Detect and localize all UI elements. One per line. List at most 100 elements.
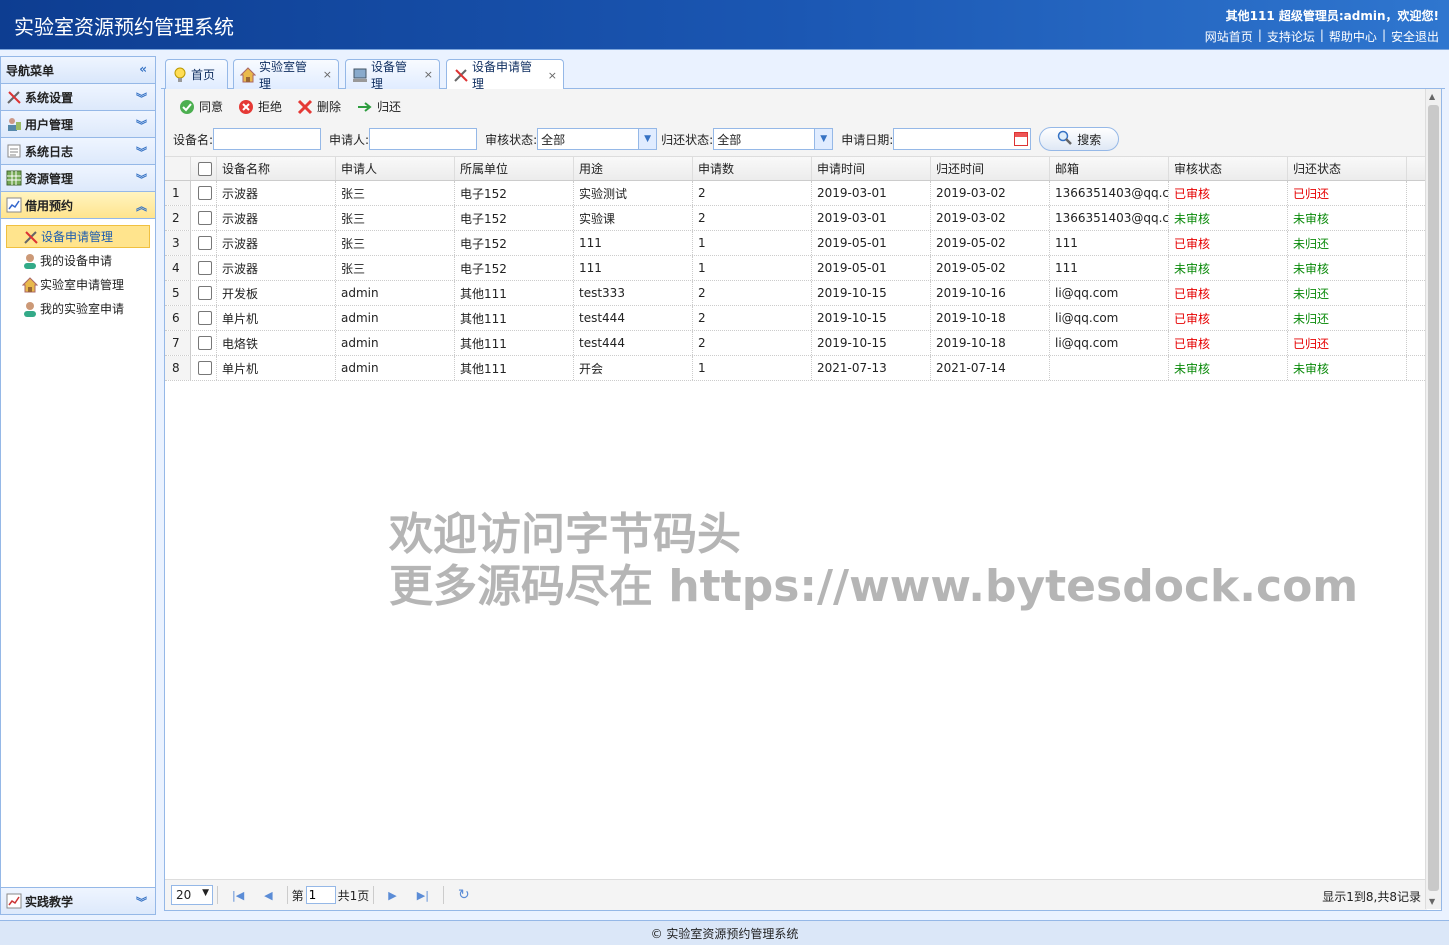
row-checkbox[interactable] [198, 236, 212, 250]
vertical-scrollbar[interactable]: ▲ ▼ [1425, 89, 1441, 909]
apply-date-label: 申请日期: [841, 132, 894, 147]
cell-audit-status: 未审核 [1169, 356, 1288, 380]
audit-status-value: 全部 [541, 132, 566, 147]
apply-date-input[interactable] [893, 128, 1032, 150]
table-row[interactable]: 1 示波器 张三 电子152 实验测试 2 2019-03-01 2019-03-02 1366… [165, 181, 1427, 206]
cell-apply-time: 2019-05-01 [812, 256, 931, 280]
return-status-label: 归还状态: [661, 132, 714, 147]
sidebar-item-device-apply-manage[interactable]: 设备申请管理 [6, 225, 150, 248]
column-header-apply-time[interactable]: 申请时间 [812, 157, 931, 180]
delete-button[interactable]: 删除 [297, 98, 341, 115]
cell-purpose: 实验课 [574, 206, 693, 230]
column-header-quantity[interactable]: 申请数 [693, 157, 812, 180]
sidebar-section-system[interactable]: 系统设置 ︾ [1, 84, 155, 111]
row-number: 4 [165, 256, 191, 280]
chevron-down-icon: ▼ [814, 129, 833, 149]
calendar-icon[interactable] [1014, 132, 1029, 146]
cell-quantity: 2 [693, 206, 812, 230]
table-row[interactable]: 3 示波器 张三 电子152 111 1 2019-05-01 2019-05-02 111 已审… [165, 231, 1427, 256]
sidebar-section-label: 系统日志 [25, 144, 74, 159]
tab-home[interactable]: 首页 [165, 59, 228, 89]
return-button[interactable]: 归还 [357, 98, 401, 115]
chart-icon [6, 893, 22, 909]
table-row[interactable]: 4 示波器 张三 电子152 111 1 2019-05-01 2019-05-02 111 未审… [165, 256, 1427, 281]
cell-return-status: 已归还 [1288, 181, 1407, 205]
table-row[interactable]: 6 单片机 admin 其他111 test444 2 2019-10-15 2019-10-… [165, 306, 1427, 331]
column-header-purpose[interactable]: 用途 [574, 157, 693, 180]
cell-return-time: 2019-10-18 [931, 331, 1050, 355]
sidebar-item-lab-apply-manage[interactable]: 实验室申请管理 [6, 273, 150, 296]
column-header-unit[interactable]: 所属单位 [455, 157, 574, 180]
collapse-sidebar-icon[interactable]: « [139, 62, 147, 76]
user-icon [22, 253, 38, 269]
table-row[interactable]: 7 电烙铁 admin 其他111 test444 2 2019-10-15 2019-10-… [165, 331, 1427, 356]
prev-page-icon[interactable]: ◀ [264, 889, 272, 902]
link-logout[interactable]: 安全退出 [1391, 28, 1439, 45]
sidebar-section-practice[interactable]: 实践教学 ︾ [1, 887, 155, 914]
refresh-icon[interactable]: ↻ [458, 887, 470, 903]
computer-icon [352, 67, 368, 83]
link-help[interactable]: 帮助中心 [1329, 28, 1377, 45]
reject-button[interactable]: 拒绝 [238, 98, 282, 115]
row-checkbox[interactable] [198, 186, 212, 200]
column-header-applicant[interactable]: 申请人 [336, 157, 455, 180]
next-page-icon[interactable]: ▶ [388, 889, 396, 902]
cell-unit: 电子152 [455, 231, 574, 255]
filter-row: 设备名: 申请人: 审核状态: 全部 ▼ 归还状态: 全部 ▼ 申请日期: 搜索 [173, 127, 1120, 151]
cell-return-time: 2019-03-02 [931, 206, 1050, 230]
row-checkbox[interactable] [198, 336, 212, 350]
scroll-down-icon[interactable]: ▼ [1429, 897, 1435, 906]
close-icon[interactable]: × [424, 68, 433, 81]
sidebar-section-logs[interactable]: 系统日志 ︾ [1, 138, 155, 165]
scroll-thumb[interactable] [1428, 105, 1439, 891]
chevron-down-icon: ︾ [136, 896, 147, 909]
last-page-icon[interactable]: ▶| [417, 889, 429, 902]
row-checkbox[interactable] [198, 286, 212, 300]
row-checkbox[interactable] [198, 261, 212, 275]
sidebar-item-my-lab-apply[interactable]: 我的实验室申请 [6, 297, 150, 320]
column-header-audit-status[interactable]: 审核状态 [1169, 157, 1288, 180]
sidebar-section-resources[interactable]: 资源管理 ︾ [1, 165, 155, 192]
sidebar-item-my-device-apply[interactable]: 我的设备申请 [6, 249, 150, 272]
cell-unit: 其他111 [455, 281, 574, 305]
table-row[interactable]: 8 单片机 admin 其他111 开会 1 2021-07-13 2021-07-14 未审核… [165, 356, 1427, 381]
tab-device-manage[interactable]: 设备管理 × [345, 59, 440, 91]
agree-button[interactable]: 同意 [179, 98, 223, 115]
cell-email [1050, 356, 1169, 380]
first-page-icon[interactable]: |◀ [232, 889, 244, 902]
column-header-return-status[interactable]: 归还状态 [1288, 157, 1407, 180]
column-header-email[interactable]: 邮箱 [1050, 157, 1169, 180]
return-status-select[interactable]: 全部 ▼ [713, 128, 834, 150]
page-total: 共1页 [337, 888, 370, 903]
sidebar-section-booking[interactable]: 借用预约 ︽ [1, 192, 155, 219]
tab-lab-manage[interactable]: 实验室管理 × [233, 59, 339, 91]
table-row[interactable]: 5 开发板 admin 其他111 test333 2 2019-10-15 2019-10-… [165, 281, 1427, 306]
device-name-input[interactable] [213, 128, 322, 150]
delete-x-icon [297, 99, 313, 115]
data-grid: 设备名称 申请人 所属单位 用途 申请数 申请时间 归还时间 邮箱 审核状态 归还状态 1 示波器张… [165, 157, 1427, 381]
row-checkbox[interactable] [198, 361, 212, 375]
tab-device-apply-manage[interactable]: 设备申请管理 × [446, 59, 564, 91]
close-icon[interactable]: × [548, 69, 557, 82]
link-home[interactable]: 网站首页 [1205, 28, 1253, 45]
sidebar-section-users[interactable]: 用户管理 ︾ [1, 111, 155, 138]
row-checkbox[interactable] [198, 211, 212, 225]
page-number-input[interactable] [305, 886, 336, 904]
link-forum[interactable]: 支持论坛 [1267, 28, 1315, 45]
cell-apply-time: 2019-05-01 [812, 231, 931, 255]
select-all-checkbox[interactable] [198, 161, 212, 176]
column-header-device-name[interactable]: 设备名称 [217, 157, 336, 180]
scroll-up-icon[interactable]: ▲ [1429, 92, 1435, 101]
applicant-input[interactable] [369, 128, 478, 150]
close-icon[interactable]: × [323, 68, 332, 81]
cell-applicant: admin [336, 281, 455, 305]
page-size-select[interactable]: 20 ▼ [171, 885, 213, 905]
cell-apply-time: 2019-10-15 [812, 281, 931, 305]
table-row[interactable]: 2 示波器 张三 电子152 实验课 2 2019-03-01 2019-03-02 13663… [165, 206, 1427, 231]
cell-applicant: admin [336, 306, 455, 330]
tab-label: 实验室管理 [259, 59, 308, 91]
row-checkbox[interactable] [198, 311, 212, 325]
audit-status-select[interactable]: 全部 ▼ [537, 128, 658, 150]
search-button[interactable]: 搜索 [1039, 127, 1120, 151]
column-header-return-time[interactable]: 归还时间 [931, 157, 1050, 180]
